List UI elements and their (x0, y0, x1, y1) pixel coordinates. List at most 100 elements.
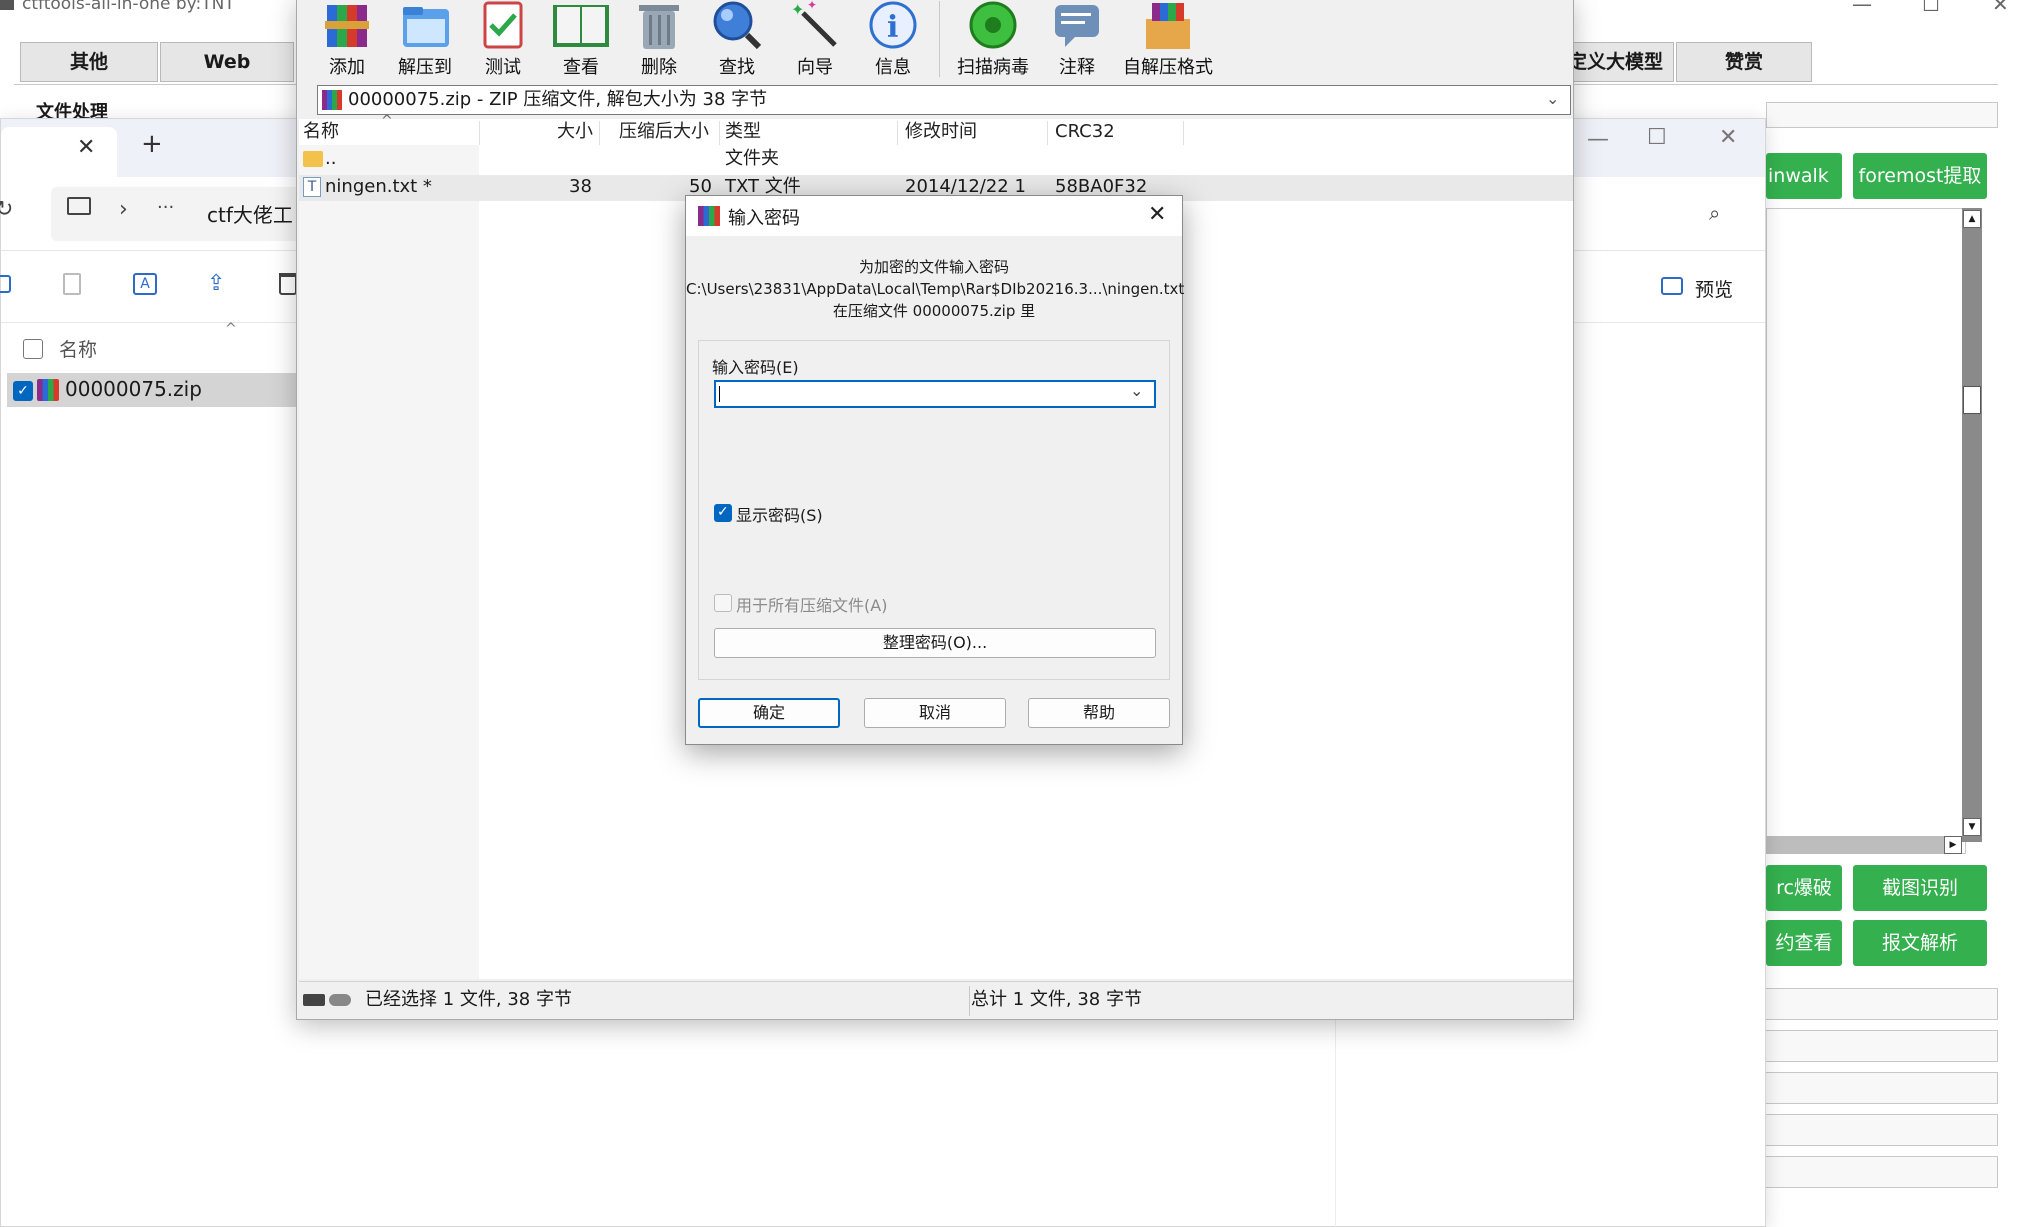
minimize-icon[interactable]: — (1852, 0, 1872, 16)
paste-icon[interactable] (63, 273, 81, 295)
dialog-info: 为加密的文件输入密码 C:\Users\23831\AppData\Local\… (686, 256, 1185, 322)
right-field-5[interactable] (1763, 1156, 1998, 1188)
breadcrumb-more-icon[interactable]: ··· (157, 197, 174, 218)
toolbar-separator (939, 1, 940, 77)
toolbar-label: 信息 (875, 57, 911, 78)
close-icon[interactable]: ✕ (1719, 125, 1737, 150)
svg-text:✦: ✦ (791, 0, 804, 19)
horizontal-scrollbar[interactable] (1766, 836, 1962, 854)
winrar-icon (698, 206, 720, 226)
column-separator (719, 121, 720, 145)
column-header-name[interactable]: 名称 (59, 335, 97, 362)
info-line-3: 在压缩文件 00000075.zip 里 (832, 302, 1036, 320)
toolbar-view-button[interactable]: 查看 (541, 0, 621, 78)
toolbar-wizard-button[interactable]: ✦ ✦ 向导 (775, 0, 855, 78)
row-name[interactable]: .. (325, 147, 336, 171)
output-textarea[interactable] (1766, 208, 1966, 854)
ctf-tab-donate[interactable]: 赞赏 (1676, 42, 1812, 82)
trash-icon (639, 5, 679, 49)
checked-icon[interactable]: ✓ (13, 381, 33, 401)
row-name[interactable]: ningen.txt * (325, 175, 432, 199)
binwalk-button[interactable]: inwalk (1766, 153, 1842, 199)
right-field-1[interactable] (1763, 988, 1998, 1020)
preview-button[interactable]: 预览 (1695, 275, 1733, 302)
help-button[interactable]: 帮助 (1028, 698, 1170, 728)
scroll-up-icon[interactable]: ▲ (1963, 210, 1981, 228)
password-input[interactable]: ⌄ (714, 380, 1156, 408)
file-row[interactable]: ✓ 00000075.zip (7, 373, 307, 407)
column-header-modified[interactable]: 修改时间 (905, 119, 977, 145)
column-header-size[interactable]: 大小 (557, 119, 593, 145)
show-password-checkbox[interactable]: ✓ (714, 504, 732, 522)
toolbar-extract-button[interactable]: 解压到 (385, 0, 465, 78)
view-button[interactable]: 约查看 (1766, 920, 1842, 966)
new-icon[interactable] (0, 275, 11, 293)
vertical-scrollbar[interactable] (1962, 208, 1982, 842)
toolbar-label: 解压到 (398, 57, 452, 78)
select-all-checkbox[interactable] (23, 339, 43, 359)
close-icon[interactable]: ✕ (1992, 0, 2009, 16)
toolbar-virus-scan-button[interactable]: 扫描病毒 (945, 0, 1041, 78)
packet-parse-button[interactable]: 报文解析 (1853, 920, 1987, 966)
right-panel-frame (1766, 102, 1998, 128)
chevron-down-icon[interactable]: ⌄ (1546, 85, 1559, 113)
archive-path-bar[interactable]: 00000075.zip - ZIP 压缩文件, 解包大小为 38 字节 ⌄ (317, 85, 1571, 115)
ctf-tab-web[interactable]: Web (160, 42, 294, 82)
sfx-box-icon (1146, 3, 1190, 49)
toolbar-sfx-button[interactable]: 自解压格式 (1113, 0, 1223, 78)
info-line-2: C:\Users\23831\AppData\Local\Temp\Rar$DI… (686, 280, 1185, 298)
column-header-type[interactable]: 类型 (725, 119, 761, 145)
computer-icon (67, 197, 91, 215)
toolbar-label: 注释 (1059, 57, 1095, 78)
right-field-2[interactable] (1763, 1030, 1998, 1062)
maximize-icon[interactable]: ☐ (1922, 0, 1940, 16)
crc-crack-button[interactable]: rc爆破 (1766, 865, 1842, 911)
column-header-crc32[interactable]: CRC32 (1055, 119, 1115, 145)
cancel-button[interactable]: 取消 (864, 698, 1006, 728)
toolbar-info-button[interactable]: i 信息 (853, 0, 933, 78)
chevron-down-icon[interactable]: ⌄ (1130, 381, 1143, 400)
delete-icon[interactable] (279, 273, 297, 295)
preview-pane-icon[interactable] (1661, 277, 1683, 295)
column-header-packed[interactable]: 压缩后大小 (619, 119, 709, 145)
toolbar-add-button[interactable]: 添加 (307, 0, 387, 78)
find-magnifier-icon (713, 1, 762, 50)
minimize-icon[interactable]: — (1587, 127, 1609, 152)
share-icon[interactable]: ⇪ (207, 271, 225, 296)
foremost-button[interactable]: foremost提取 (1853, 153, 1987, 199)
drive-icon (303, 994, 325, 1006)
toolbar-find-button[interactable]: 查找 (697, 0, 777, 78)
use-for-all-label: 用于所有压缩文件(A) (736, 596, 888, 615)
dialog-title: 输入密码 (728, 208, 800, 229)
rename-icon[interactable]: A (133, 273, 157, 295)
scroll-down-icon[interactable]: ▼ (1963, 818, 1981, 836)
info-icon: i (869, 1, 917, 49)
status-selected: 已经选择 1 文件, 38 字节 (365, 989, 572, 1010)
scrollbar-thumb[interactable] (1963, 386, 1981, 414)
svg-text:✦: ✦ (807, 0, 817, 12)
show-password-label[interactable]: 显示密码(S) (736, 502, 823, 526)
ctf-tab-other[interactable]: 其他 (20, 42, 158, 82)
right-field-3[interactable] (1763, 1072, 1998, 1104)
explorer-tab[interactable]: ✕ (1, 127, 117, 177)
toolbar-delete-button[interactable]: 删除 (619, 0, 699, 78)
screenshot-ocr-button[interactable]: 截图识别 (1853, 865, 1987, 911)
toolbar-label: 测试 (485, 57, 521, 78)
archive-icon (322, 90, 342, 110)
file-name[interactable]: 00000075.zip (65, 377, 202, 401)
ok-button[interactable]: 确定 (698, 698, 840, 728)
toolbar-test-button[interactable]: 测试 (463, 0, 543, 78)
organize-passwords-button[interactable]: 整理密码(O)... (714, 628, 1156, 658)
column-header-name[interactable]: 名称 (303, 119, 339, 145)
search-icon[interactable]: ⌕ (1709, 201, 1720, 225)
close-tab-icon[interactable]: ✕ (77, 135, 95, 160)
breadcrumb-path[interactable]: ctf大佬工 (207, 199, 293, 228)
maximize-icon[interactable]: ☐ (1647, 125, 1667, 150)
scroll-right-icon[interactable]: ▶ (1944, 836, 1962, 854)
right-field-4[interactable] (1763, 1114, 1998, 1146)
new-tab-icon[interactable]: + (141, 129, 163, 159)
add-icon (325, 5, 369, 47)
toolbar-comment-button[interactable]: 注释 (1037, 0, 1117, 78)
refresh-icon[interactable]: ↻ (0, 197, 13, 222)
close-icon[interactable]: ✕ (1148, 202, 1166, 227)
